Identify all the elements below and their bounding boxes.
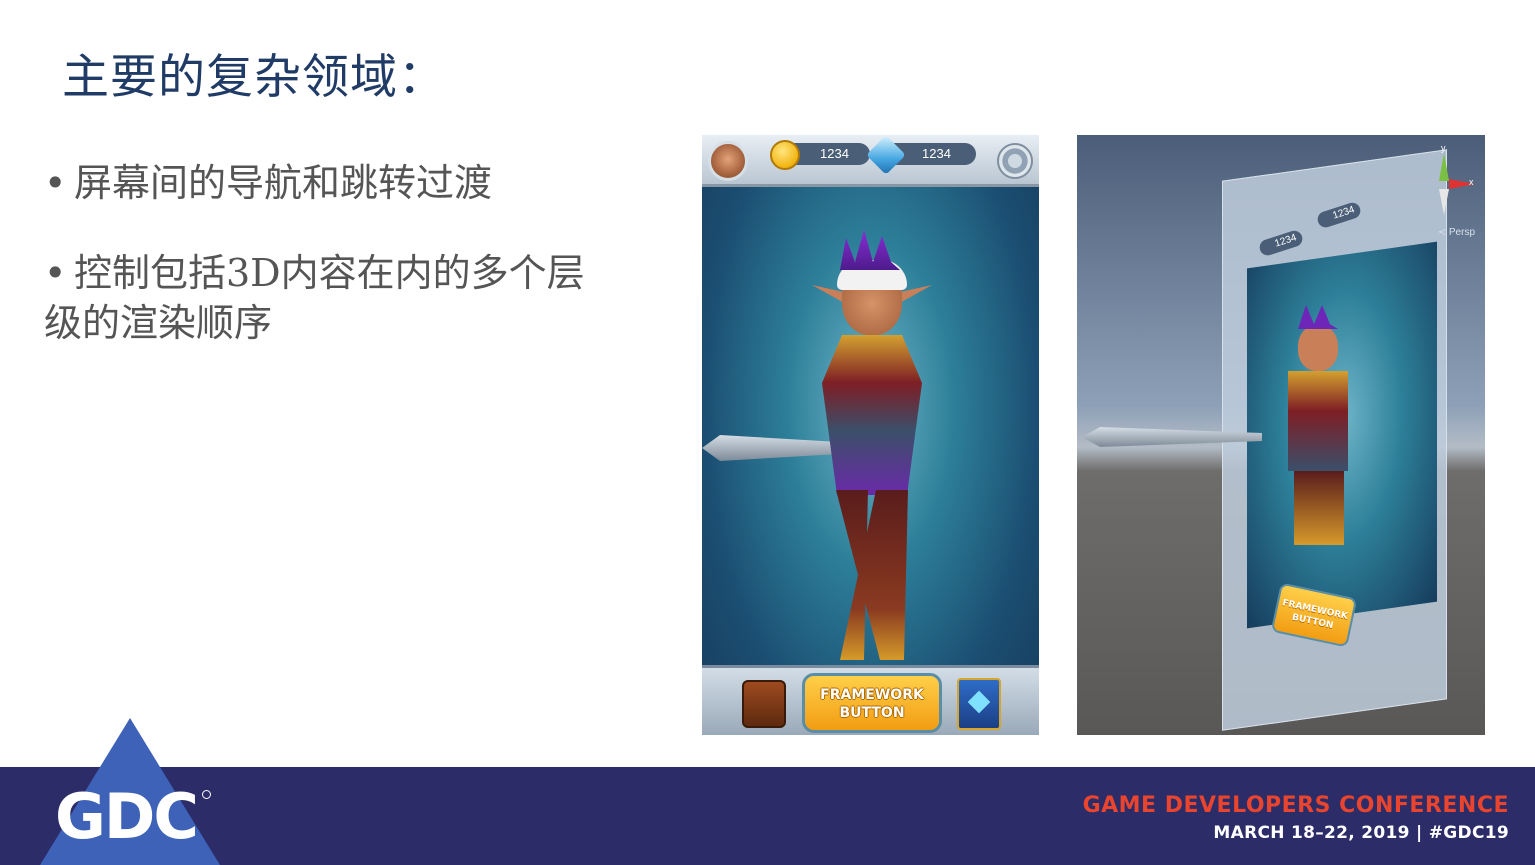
coin-count: 1234	[1273, 232, 1299, 250]
editor-3d-screenshot: 1234 1234 FRAMEWORK BUTTON y x ≺ Persp	[1077, 135, 1485, 735]
hero-character	[792, 230, 962, 690]
bullet-marker: •	[44, 161, 67, 205]
bullet-list: • 屏幕间的导航和跳转过渡 • 控制包括3D内容在内的多个层级的渲染顺序	[44, 158, 604, 388]
gem-icon	[866, 135, 906, 175]
bullet-item: • 控制包括3D内容在内的多个层级的渲染顺序	[44, 248, 604, 348]
perspective-label: ≺ Persp	[1437, 227, 1475, 238]
hero-legs	[836, 490, 908, 660]
conference-dates: MARCH 18–22, 2019 | #GDC19	[1213, 823, 1509, 843]
z-axis-arrow-icon	[1439, 189, 1449, 215]
y-axis-arrow-icon	[1439, 153, 1449, 181]
hero-character	[1272, 305, 1372, 545]
chest-icon	[742, 680, 786, 728]
hero-legs	[1294, 471, 1344, 545]
conference-name: GAME DEVELOPERS CONFERENCE	[1082, 793, 1509, 818]
gear-icon	[997, 143, 1033, 179]
registered-mark-icon	[202, 790, 211, 799]
hero-head	[1298, 325, 1338, 371]
bullet-marker: •	[44, 251, 67, 295]
game-screenshot-phone: 1234 1234 FRAMEWORK BUTTON	[702, 135, 1039, 735]
hero-armor	[1288, 371, 1348, 471]
bullet-text: 控制包括3D内容在内的多个层级的渲染顺序	[44, 251, 585, 345]
game-bottom-bar: FRAMEWORK BUTTON	[702, 665, 1039, 735]
bullet-text: 屏幕间的导航和跳转过渡	[74, 161, 493, 205]
gem-count: 1234	[922, 146, 951, 161]
game-top-bar: 1234 1234	[702, 135, 1039, 187]
player-avatar	[708, 141, 748, 181]
coin-count: 1234	[820, 146, 849, 161]
crown-icon	[840, 230, 900, 270]
book-icon	[957, 678, 1001, 730]
axis-gizmo: y x	[1417, 143, 1477, 215]
bullet-item: • 屏幕间的导航和跳转过渡	[44, 158, 604, 208]
gizmo-y-label: y	[1441, 143, 1446, 153]
crown-icon	[1298, 305, 1338, 329]
gdc-logo: GDC	[55, 780, 199, 853]
gem-count: 1234	[1331, 204, 1357, 222]
gizmo-x-label: x	[1469, 177, 1474, 187]
slide-title: 主要的复杂领域：	[62, 50, 446, 105]
hero-armor	[822, 335, 922, 495]
coin-icon	[770, 140, 800, 170]
framework-button: FRAMEWORK BUTTON	[802, 673, 942, 733]
